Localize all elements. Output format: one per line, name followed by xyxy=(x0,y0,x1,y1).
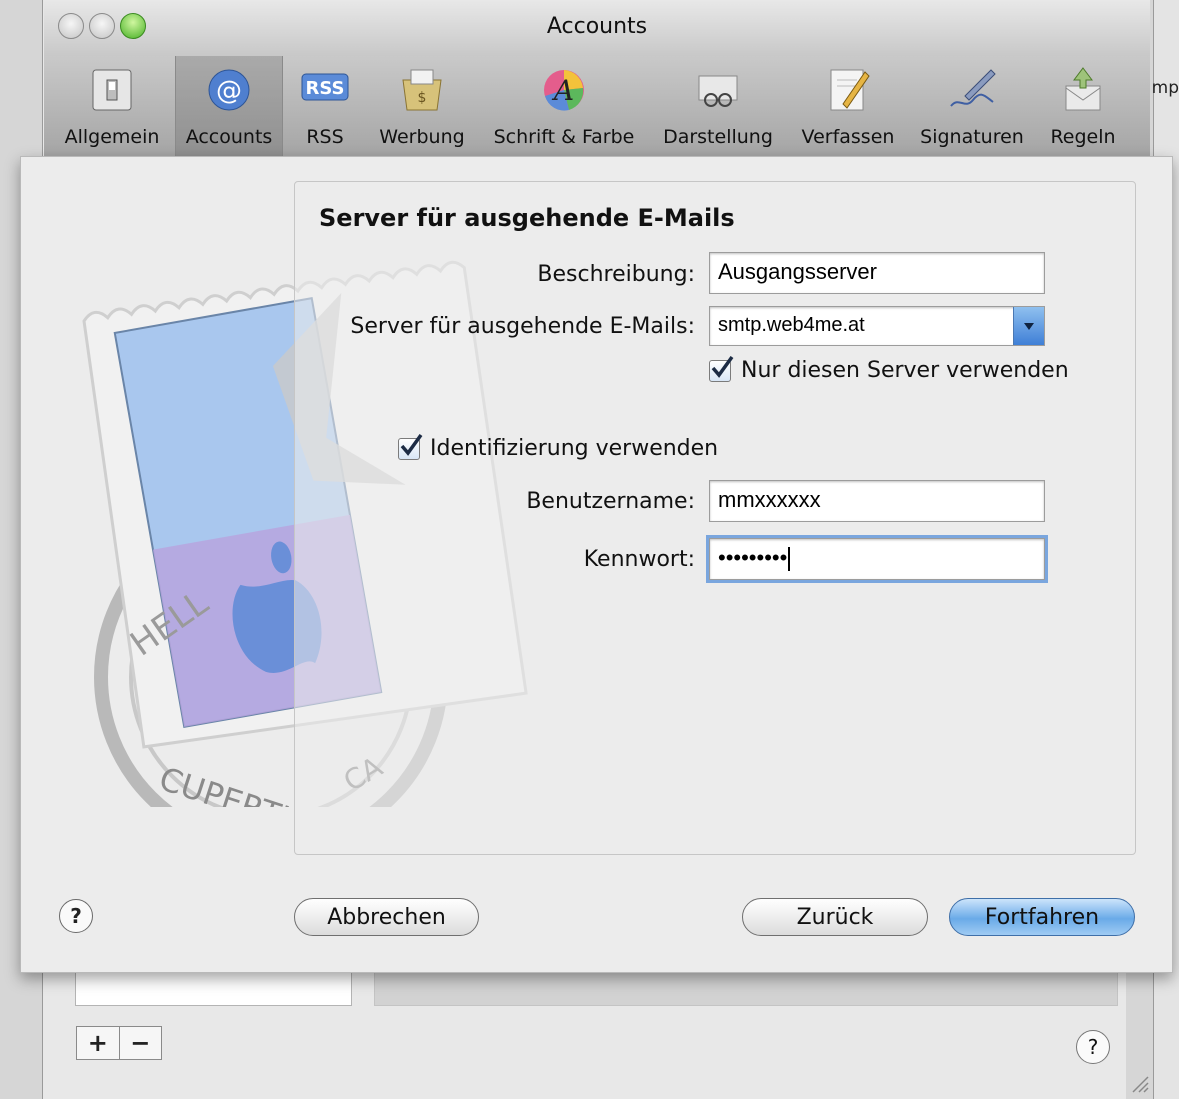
svg-text:$: $ xyxy=(418,90,427,106)
toolbar-label: Allgemein xyxy=(64,126,160,148)
page-title: Server für ausgehende E-Mails xyxy=(319,204,735,232)
rss-icon: RSS xyxy=(301,73,349,101)
title-bar: Accounts xyxy=(44,0,1150,56)
toolbar-item-rss[interactable]: RSS RSS xyxy=(290,56,360,156)
viewing-glasses-icon xyxy=(698,75,738,107)
switch-icon xyxy=(92,69,132,111)
only-this-server-checkbox[interactable] xyxy=(709,356,734,382)
add-remove-control: + − xyxy=(76,1026,162,1060)
outgoing-server-label: Server für ausgehende E-Mails: xyxy=(350,314,695,339)
password-value: ••••••••• xyxy=(718,545,788,570)
toolbar-item-schrift-farbe[interactable]: A Schrift & Farbe xyxy=(484,56,644,156)
use-authentication-checkbox[interactable] xyxy=(398,434,423,460)
toolbar-label: RSS xyxy=(306,126,344,148)
only-this-server-label: Nur diesen Server verwenden xyxy=(741,358,1069,383)
toolbar-item-regeln[interactable]: Regeln xyxy=(1040,56,1126,156)
back-button[interactable]: Zurück xyxy=(742,898,928,936)
remove-account-button[interactable]: − xyxy=(118,1027,162,1059)
window-title: Accounts xyxy=(546,14,648,39)
signature-pen-icon xyxy=(950,69,996,107)
truncated-edge-text: mp xyxy=(1151,78,1179,98)
rules-icon xyxy=(1065,67,1101,111)
at-sign-icon: @ xyxy=(208,69,250,111)
outgoing-server-value: smtp.web4me.at xyxy=(718,314,865,336)
resize-grip-icon[interactable] xyxy=(1129,1073,1149,1093)
preferences-toolbar: Allgemein @ Accounts RSS RSS $ Werbung A xyxy=(44,56,1150,157)
account-setup-sheet: HELL CUPERTINO CA Server für ausgehende … xyxy=(20,156,1173,973)
help-button[interactable]: ? xyxy=(59,899,93,933)
junk-mail-icon: $ xyxy=(402,69,442,111)
svg-text:A: A xyxy=(551,74,574,107)
font-color-icon: A xyxy=(544,70,584,111)
use-authentication-label: Identifizierung verwenden xyxy=(430,436,719,461)
toolbar-item-verfassen[interactable]: Verfassen xyxy=(792,56,904,156)
chevron-down-icon[interactable] xyxy=(1013,307,1044,345)
toolbar-label: Verfassen xyxy=(801,126,895,148)
compose-pencil-icon xyxy=(830,69,870,111)
password-label: Kennwort: xyxy=(583,547,695,572)
account-name-field[interactable] xyxy=(75,972,352,1006)
toolbar-item-werbung[interactable]: $ Werbung xyxy=(370,56,474,156)
toolbar-item-darstellung[interactable]: Darstellung xyxy=(654,56,782,156)
password-field[interactable]: ••••••••• xyxy=(706,535,1048,583)
toolbar-item-allgemein[interactable]: Allgemein xyxy=(56,56,168,156)
toolbar-item-signaturen[interactable]: Signaturen xyxy=(910,56,1034,156)
text-cursor xyxy=(788,547,791,572)
description-label: Beschreibung: xyxy=(537,262,695,287)
username-label: Benutzername: xyxy=(526,489,695,514)
cancel-button[interactable]: Abbrechen xyxy=(294,898,479,936)
toolbar-label: Accounts xyxy=(185,126,273,148)
toolbar-label: Signaturen xyxy=(920,126,1024,148)
continue-button[interactable]: Fortfahren xyxy=(949,898,1135,936)
outgoing-server-combobox[interactable]: smtp.web4me.at xyxy=(709,306,1045,346)
toolbar-label: Regeln xyxy=(1050,126,1116,148)
toolbar-item-accounts[interactable]: @ Accounts xyxy=(175,56,283,156)
toolbar-label: Schrift & Farbe xyxy=(493,126,635,148)
add-account-button[interactable]: + xyxy=(77,1027,119,1059)
outgoing-server-panel: Server für ausgehende E-Mails Beschreibu… xyxy=(294,181,1136,855)
account-detail-panel xyxy=(374,972,1118,1006)
svg-text:@: @ xyxy=(216,76,242,106)
window-help-button[interactable]: ? xyxy=(1076,1030,1110,1064)
username-field[interactable]: mmxxxxxx xyxy=(709,480,1045,522)
svg-text:RSS: RSS xyxy=(306,78,345,99)
description-field[interactable]: Ausgangsserver xyxy=(709,252,1045,294)
toolbar-label: Werbung xyxy=(379,126,465,148)
toolbar-label: Darstellung xyxy=(663,126,773,148)
